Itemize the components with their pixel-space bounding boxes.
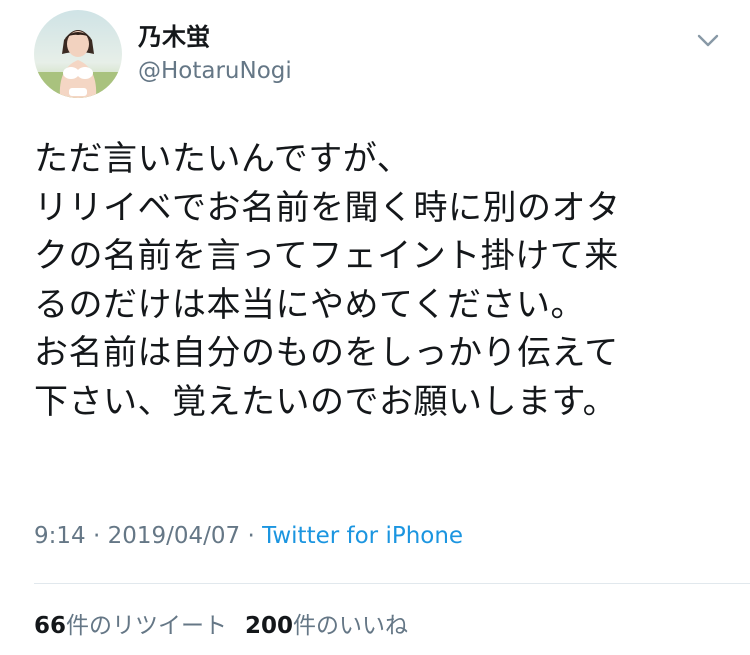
avatar-photo xyxy=(34,10,122,98)
retweets-stat[interactable]: 66件のリツイート xyxy=(34,613,227,639)
likes-label: 件のいいね xyxy=(293,613,409,639)
tweet-text-line: ただ言いたいんですが、 xyxy=(34,139,412,179)
user-handle[interactable]: @HotaruNogi xyxy=(138,56,292,86)
tweet-meta: 9:14 · 2019/04/07 · Twitter for iPhone xyxy=(34,520,463,552)
meta-separator: · xyxy=(240,523,263,549)
tweet-text-line: 下さい、覚えたいのでお願いします。 xyxy=(34,381,618,422)
tweet-date: 2019/04/07 xyxy=(107,523,241,549)
tweet-detail: 乃木蛍 @HotaruNogi ただ言いたいんですが、 リリイベでお名前を聞く時… xyxy=(0,0,750,655)
retweets-count: 66 xyxy=(34,613,67,639)
likes-stat[interactable]: 200件のいいね xyxy=(245,613,408,639)
meta-separator: · xyxy=(85,523,108,549)
tweet-source-link[interactable]: Twitter for iPhone xyxy=(262,523,463,549)
display-name[interactable]: 乃木蛍 xyxy=(138,22,210,52)
avatar[interactable] xyxy=(34,10,122,98)
tweet-text: ただ言いたいんですが、 リリイベでお名前を聞く時に別のオタ クの名前を言ってフェ… xyxy=(34,135,734,426)
tweet-text-line: お名前は自分のものをしっかり伝えて xyxy=(34,333,619,373)
retweets-label: 件のリツイート xyxy=(66,613,228,639)
tweet-stats: 66件のリツイート 200件のいいね xyxy=(34,610,408,642)
tweet-text-line: リリイベでお名前を聞く時に別のオタ xyxy=(34,187,621,228)
likes-count: 200 xyxy=(245,613,294,639)
tweet-time: 9:14 xyxy=(34,523,86,549)
chevron-down-icon xyxy=(697,34,719,47)
divider xyxy=(34,583,750,584)
more-options-button[interactable] xyxy=(690,22,726,58)
tweet-text-line: クの名前を言ってフェイント掛けて来 xyxy=(34,236,619,276)
tweet-text-line: るのだけは本当にやめてください。 xyxy=(34,284,585,325)
